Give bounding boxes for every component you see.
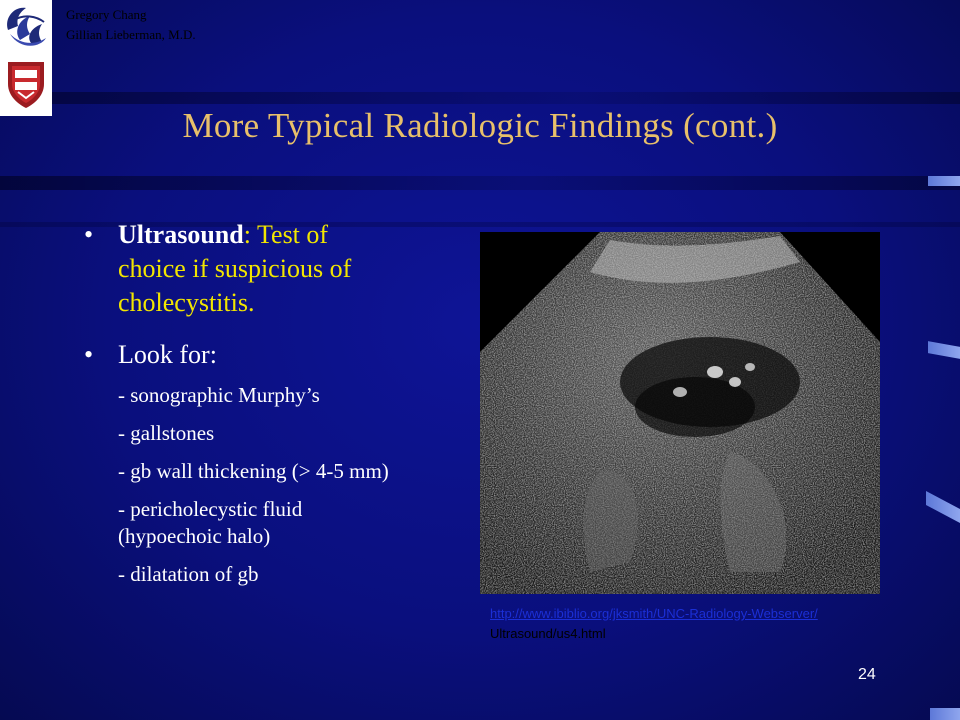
sub-item: - sonographic Murphy’s (118, 383, 320, 407)
ultrasound-scan-graphic (480, 232, 880, 594)
sub-item: - dilatation of gb (118, 562, 259, 586)
bullet-text: cholecystitis. (118, 288, 255, 317)
sub-item: - pericholecystic fluid (118, 497, 303, 521)
bullet-icon: • (84, 220, 94, 249)
author-credits: Gregory Chang Gillian Lieberman, M.D. (66, 5, 196, 45)
bullet-icon: • (84, 340, 94, 369)
ultrasound-image (480, 232, 880, 594)
source-link[interactable]: http://www.ibiblio.org/jksmith/UNC-Radio… (490, 606, 818, 621)
page-number: 24 (858, 666, 876, 683)
bullet-list: • Ultrasound: Test of choice if suspicio… (84, 218, 474, 588)
author-name: Gillian Lieberman, M.D. (66, 27, 196, 42)
source-link-continuation: Ultrasound/us4.html (490, 626, 606, 641)
logo-group (7, 7, 46, 108)
sub-item: - gallstones (118, 421, 215, 445)
bullet-text: choice if suspicious of (118, 254, 352, 283)
harvard-shield-logo-icon (8, 62, 44, 108)
slide-title: More Typical Radiologic Findings (cont.) (182, 106, 778, 145)
background-stripe (0, 92, 960, 104)
decorative-mark (930, 708, 960, 720)
swirl-figures-logo-icon (7, 7, 46, 46)
image-caption: http://www.ibiblio.org/jksmith/UNC-Radio… (490, 604, 818, 644)
background-stripe (0, 176, 960, 190)
bullet-text: : Test of (243, 220, 329, 249)
decorative-mark (928, 176, 960, 186)
sub-item: (hypoechoic halo) (118, 524, 271, 548)
bullet-item-ultrasound: • Ultrasound: Test of choice if suspicio… (84, 218, 474, 320)
author-name: Gregory Chang (66, 7, 147, 22)
bullet-keyword: Ultrasound (118, 220, 244, 249)
sub-item: - gb wall thickening (> 4-5 mm) (118, 459, 389, 483)
bullet-item-look-for: • Look for: (84, 338, 474, 372)
logo-panel (0, 0, 52, 116)
bullet-text: Look for: (118, 340, 217, 369)
